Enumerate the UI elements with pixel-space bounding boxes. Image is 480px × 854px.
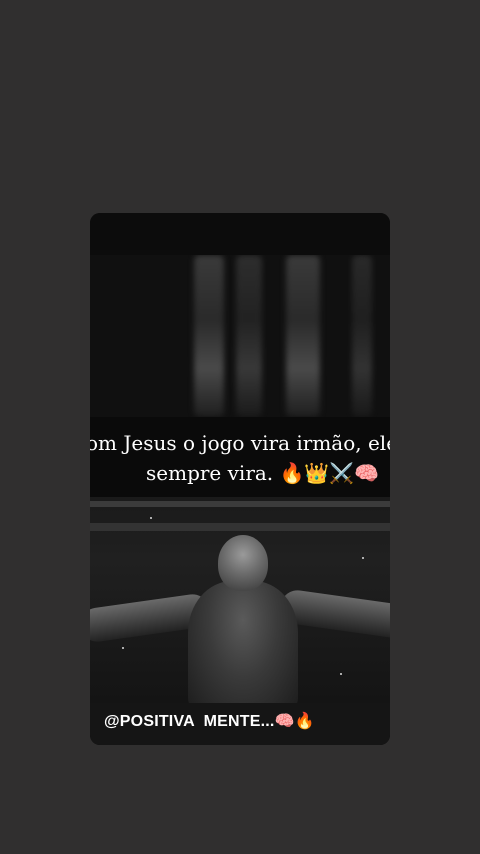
caption-line-1: om Jesus o jogo vira irmão, ele xyxy=(90,431,390,455)
story-footer: @POSITIVA MENTE...🧠🔥 xyxy=(90,703,390,745)
story-viewer: om Jesus o jogo vira irmão, ele sempre v… xyxy=(0,0,480,854)
card-top-band xyxy=(90,213,390,255)
back-shape xyxy=(188,581,298,703)
caption-line-2: sempre vira. 🔥👑⚔️🧠 xyxy=(146,461,380,485)
caption-text-overlay: om Jesus o jogo vira irmão, ele sempre v… xyxy=(90,417,390,497)
account-handle[interactable]: @POSITIVA MENTE...🧠🔥 xyxy=(104,711,315,731)
story-card[interactable]: om Jesus o jogo vira irmão, ele sempre v… xyxy=(90,213,390,745)
fighter-back-image xyxy=(90,497,390,703)
head-shape xyxy=(218,535,268,591)
background-lights-image xyxy=(90,255,390,417)
